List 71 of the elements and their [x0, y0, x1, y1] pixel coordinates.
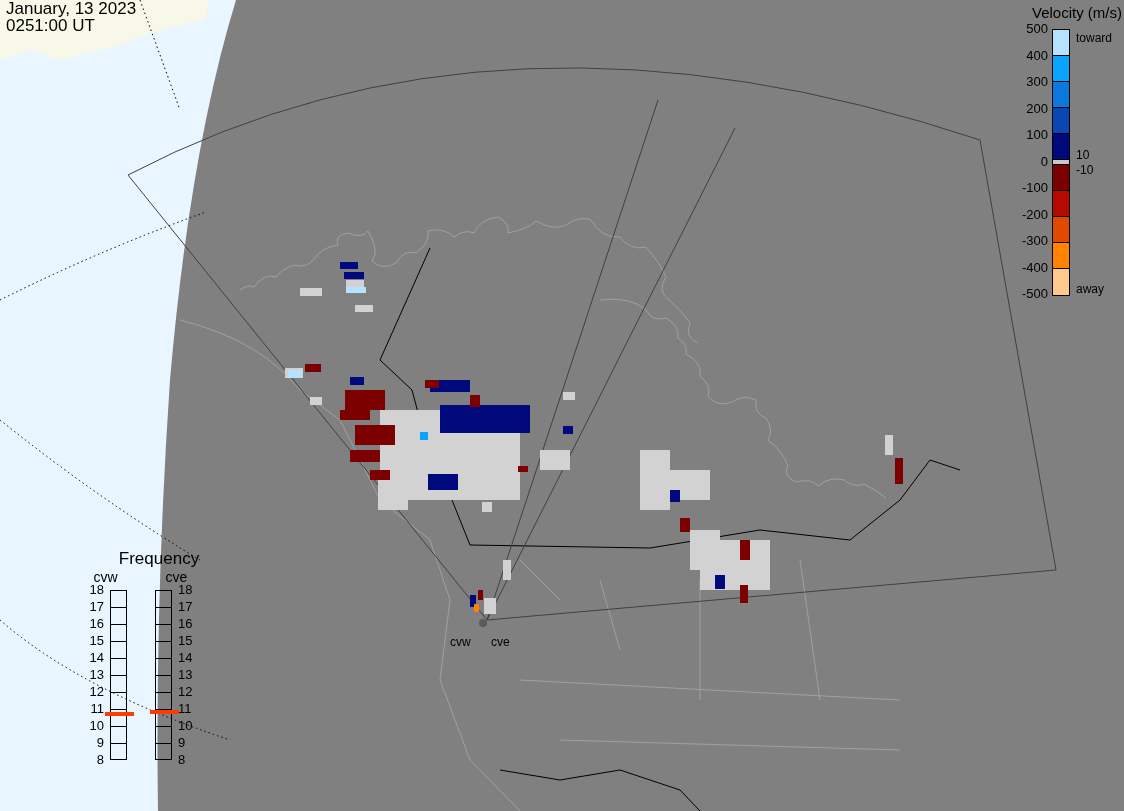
- radar-echo-cell: [740, 540, 750, 560]
- frequency-tick: 17: [178, 599, 194, 616]
- tick-label: -500: [1021, 286, 1048, 303]
- frequency-tick: 11: [178, 701, 193, 718]
- legend-title: Velocity (m/s): [1031, 4, 1123, 21]
- frequency-tick: 15: [178, 633, 194, 650]
- radar-echo-cell: [300, 288, 322, 296]
- radar-echo-cell: [670, 490, 680, 502]
- tick-label: 400: [1026, 47, 1048, 65]
- radar-echo-cell: [370, 470, 390, 480]
- frequency-tick: 12: [88, 684, 104, 701]
- radar-echo-cell: [482, 502, 492, 512]
- frequency-tick: 9: [95, 735, 104, 752]
- radar-echo-cell: [680, 518, 690, 532]
- radar-echo-cell: [428, 474, 458, 490]
- radar-echo-cell: [540, 450, 570, 470]
- radar-echo-cell: [895, 458, 903, 484]
- tick-label: -200: [1021, 206, 1048, 224]
- radar-echo-cell: [484, 598, 496, 614]
- radar-echo-cell: [503, 560, 511, 580]
- tick-label: 300: [1026, 74, 1048, 91]
- frequency-tick: 10: [88, 718, 104, 735]
- radar-label: cve: [491, 635, 510, 649]
- frequency-tick: 11: [89, 701, 104, 718]
- date-label: January, 13 2023: [6, 0, 137, 17]
- radar-name: cve: [165, 569, 188, 585]
- tick-label: 100: [1026, 127, 1048, 144]
- frequency-tick: 10: [178, 718, 194, 735]
- radar-label: cvw: [450, 635, 471, 649]
- radar-echo-cell: [563, 392, 575, 400]
- frequency-tick: 18: [88, 582, 104, 599]
- radar-echo-cell: [885, 435, 893, 455]
- frequency-tick: 9: [178, 735, 187, 752]
- tick-label: -400: [1021, 259, 1048, 277]
- frequency-tick: 13: [178, 667, 194, 684]
- away-label: away: [1076, 283, 1105, 296]
- radar-site-icon: [479, 619, 487, 627]
- frequency-tick: 8: [178, 752, 187, 769]
- frequency-tick: 16: [178, 616, 194, 633]
- frequency-tick: 8: [95, 752, 104, 769]
- upper-limit-label: 10: [1076, 149, 1091, 162]
- radar-name: cvw: [93, 569, 118, 585]
- lower-limit-label: -10: [1076, 164, 1095, 177]
- frequency-tick: 16: [88, 616, 104, 633]
- time-label: 0251:00 UT: [6, 17, 96, 34]
- radar-echo-cell: [310, 397, 322, 405]
- frequency-tick: 15: [88, 633, 104, 650]
- radar-echo-cell: [345, 390, 385, 410]
- frequency-tick: 18: [178, 582, 194, 599]
- frequency-tick: 14: [178, 650, 194, 667]
- toward-label: toward: [1076, 32, 1113, 45]
- radar-echo-cell: [340, 410, 370, 420]
- radar-echo-cell: [355, 425, 395, 445]
- radar-echo-cell: [355, 305, 373, 312]
- radar-echo-cell: [563, 426, 573, 434]
- radar-echo-cell: [305, 364, 321, 372]
- frequency-tick: 12: [178, 684, 194, 701]
- frequency-tick: 13: [88, 667, 104, 684]
- tick-label: 200: [1026, 100, 1048, 118]
- radar-echo-cell: [340, 262, 358, 269]
- tick-label: 500: [1026, 21, 1048, 38]
- frequency-tick: 17: [88, 599, 104, 616]
- radar-echo-cell: [470, 395, 480, 407]
- frequency-tick: 14: [88, 650, 104, 667]
- radar-echo-cell: [715, 575, 725, 589]
- radar-echo-cell: [350, 450, 380, 462]
- tick-label: 0: [1040, 153, 1048, 171]
- frequency-title: Frequency: [117, 549, 201, 569]
- tick-label: -100: [1021, 180, 1048, 197]
- tick-label: -300: [1021, 233, 1048, 250]
- radar-echo-cell: [350, 377, 364, 385]
